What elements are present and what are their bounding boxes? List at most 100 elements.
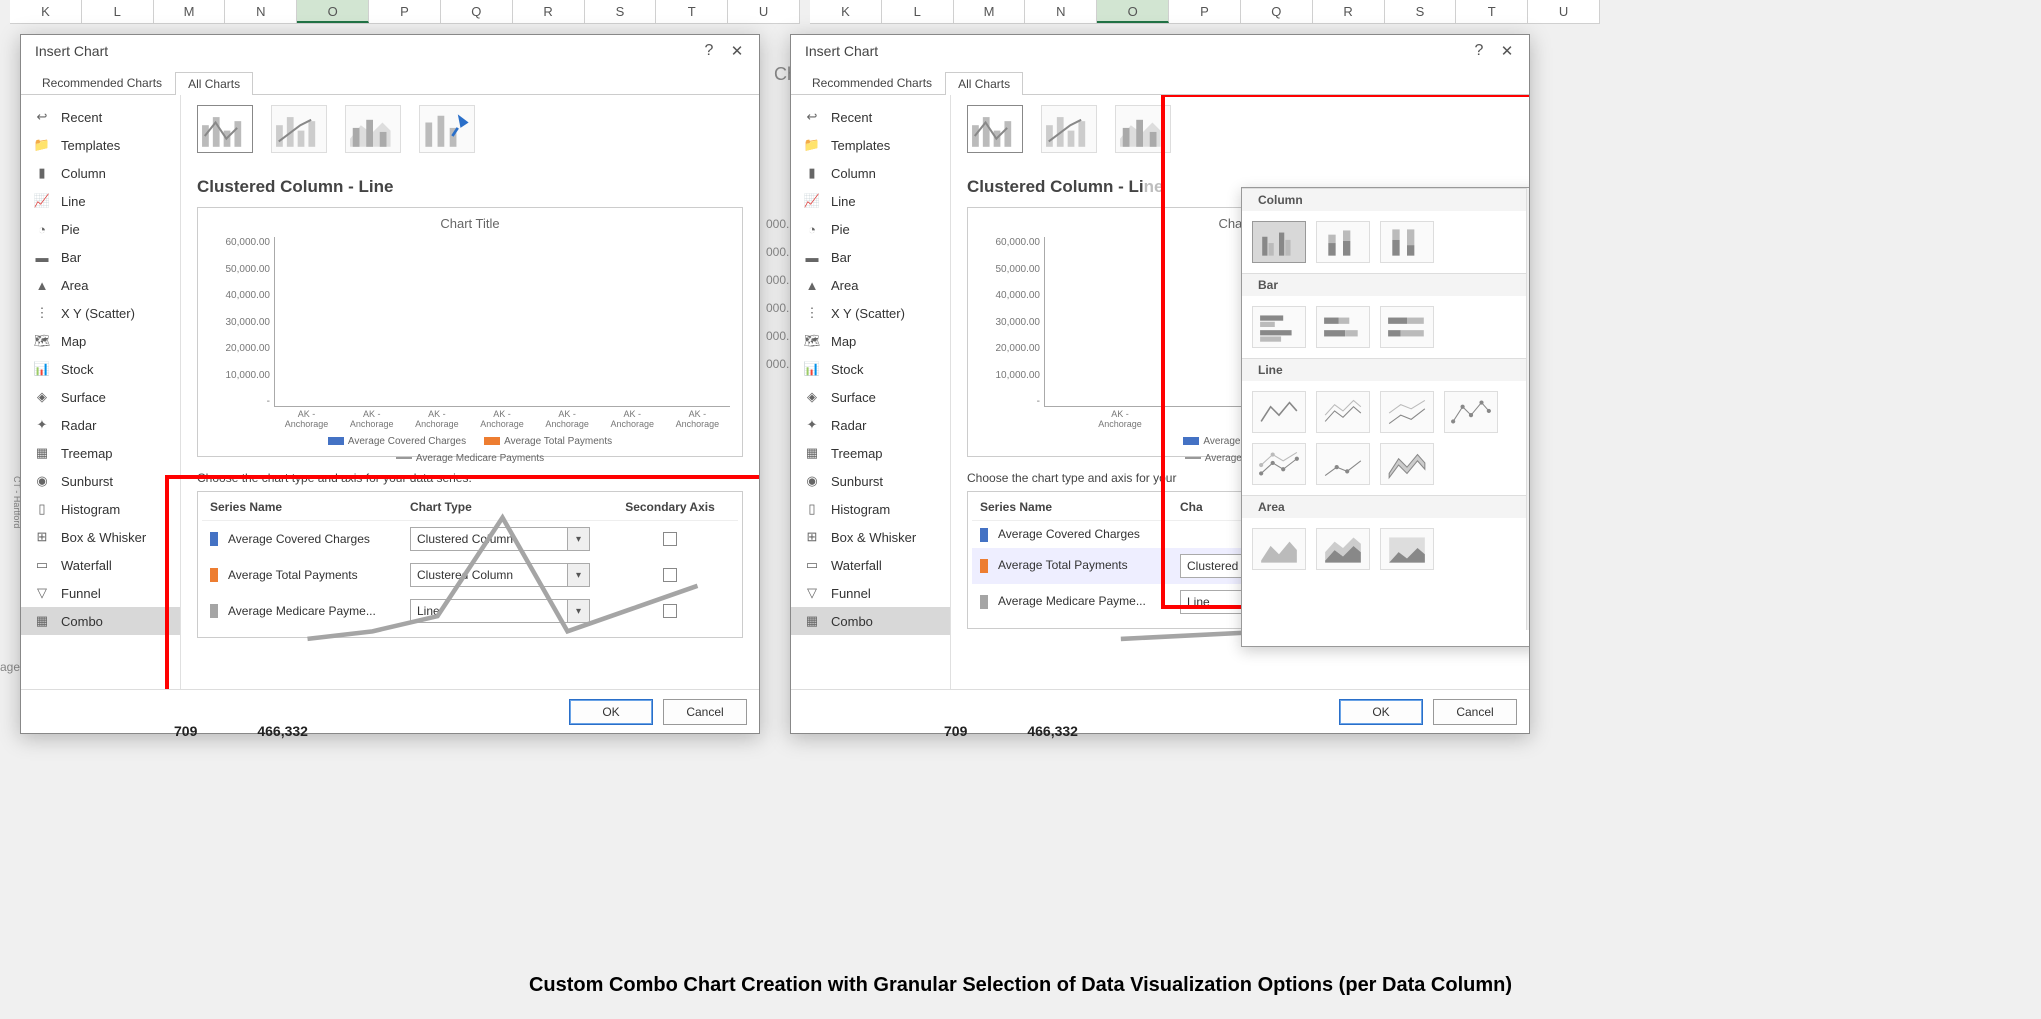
chart-type-dropdown-1[interactable]: Clustered Column ▾ [410,527,590,551]
picker-scroll[interactable]: Column Bar [1242,188,1529,646]
nav-x-y-scatter-[interactable]: ⋮X Y (Scatter) [791,299,950,327]
picker-100-stacked-column[interactable] [1380,221,1434,263]
picker-100-stacked-line[interactable] [1380,391,1434,433]
picker-100-line-markers[interactable] [1316,443,1370,485]
column-header-N[interactable]: N [1025,0,1097,23]
nav-waterfall[interactable]: ▭Waterfall [21,551,180,579]
picker-area[interactable] [1252,528,1306,570]
nav-surface[interactable]: ◈Surface [21,383,180,411]
nav-area[interactable]: ▲Area [791,271,950,299]
picker-stacked-bar[interactable] [1316,306,1370,348]
column-header-R[interactable]: R [513,0,585,23]
column-header-T[interactable]: T [656,0,728,23]
combo-preset-2[interactable] [1041,105,1097,153]
nav-map[interactable]: 🗺Map [21,327,180,355]
column-header-K[interactable]: K [10,0,82,23]
nav-histogram[interactable]: ▯Histogram [21,495,180,523]
nav-templates[interactable]: 📁Templates [21,131,180,159]
column-header-L[interactable]: L [82,0,154,23]
chart-type-dropdown-2[interactable]: Clustered Column ▾ [410,563,590,587]
picker-stacked-line[interactable] [1316,391,1370,433]
column-header-M[interactable]: M [954,0,1026,23]
picker-stacked-line-markers[interactable] [1252,443,1306,485]
cancel-button[interactable]: Cancel [663,699,747,725]
nav-box-whisker[interactable]: ⊞Box & Whisker [21,523,180,551]
nav-funnel[interactable]: ▽Funnel [21,579,180,607]
nav-column[interactable]: ▮Column [21,159,180,187]
column-header-S[interactable]: S [1385,0,1457,23]
nav-pie[interactable]: ◔Pie [21,215,180,243]
picker-stacked-column[interactable] [1316,221,1370,263]
combo-preset-custom[interactable] [419,105,475,153]
nav-sunburst[interactable]: ◉Sunburst [791,467,950,495]
secondary-axis-checkbox-3[interactable] [663,604,677,618]
column-header-U[interactable]: U [728,0,800,23]
nav-histogram[interactable]: ▯Histogram [791,495,950,523]
secondary-axis-checkbox-1[interactable] [663,532,677,546]
nav-x-y-scatter-[interactable]: ⋮X Y (Scatter) [21,299,180,327]
close-button[interactable]: ✕ [723,42,751,60]
column-header-Q[interactable]: Q [1241,0,1313,23]
ok-button[interactable]: OK [1339,699,1423,725]
column-header-M[interactable]: M [154,0,226,23]
tab-all-charts[interactable]: All Charts [945,72,1023,95]
picker-line-markers[interactable] [1444,391,1498,433]
column-header-K[interactable]: K [810,0,882,23]
nav-stock[interactable]: 📊Stock [21,355,180,383]
column-header-L[interactable]: L [882,0,954,23]
nav-combo[interactable]: ▦Combo [21,607,180,635]
nav-surface[interactable]: ◈Surface [791,383,950,411]
nav-funnel[interactable]: ▽Funnel [791,579,950,607]
tab-recommended[interactable]: Recommended Charts [799,71,945,94]
help-button[interactable]: ? [1465,42,1493,60]
column-header-S[interactable]: S [585,0,657,23]
picker-clustered-bar[interactable] [1252,306,1306,348]
nav-column[interactable]: ▮Column [791,159,950,187]
close-button[interactable]: ✕ [1493,42,1521,60]
combo-preset-1[interactable] [967,105,1023,153]
combo-preset-3[interactable] [345,105,401,153]
column-header-U[interactable]: U [1528,0,1600,23]
combo-preset-2[interactable] [271,105,327,153]
column-header-N[interactable]: N [225,0,297,23]
nav-map[interactable]: 🗺Map [791,327,950,355]
nav-waterfall[interactable]: ▭Waterfall [791,551,950,579]
nav-recent[interactable]: ↩Recent [21,103,180,131]
column-header-R[interactable]: R [1313,0,1385,23]
nav-line[interactable]: 📈Line [791,187,950,215]
combo-preset-3[interactable] [1115,105,1171,153]
chevron-down-icon[interactable]: ▾ [567,564,589,586]
tab-recommended[interactable]: Recommended Charts [29,71,175,94]
nav-stock[interactable]: 📊Stock [791,355,950,383]
picker-scrollbar[interactable]: ▴▾ [1526,188,1529,630]
column-header-O[interactable]: O [297,0,369,23]
nav-line[interactable]: 📈Line [21,187,180,215]
chevron-down-icon[interactable]: ▾ [567,600,589,622]
column-header-P[interactable]: P [369,0,441,23]
nav-templates[interactable]: 📁Templates [791,131,950,159]
secondary-axis-checkbox-2[interactable] [663,568,677,582]
picker-100-stacked-bar[interactable] [1380,306,1434,348]
nav-combo[interactable]: ▦Combo [791,607,950,635]
help-button[interactable]: ? [695,42,723,60]
combo-preset-1[interactable] [197,105,253,153]
nav-treemap[interactable]: ▦Treemap [791,439,950,467]
nav-box-whisker[interactable]: ⊞Box & Whisker [791,523,950,551]
chart-type-dropdown-3[interactable]: Line ▾ [410,599,590,623]
chevron-down-icon[interactable]: ▾ [567,528,589,550]
nav-bar[interactable]: ▬Bar [21,243,180,271]
nav-radar[interactable]: ✦Radar [791,411,950,439]
nav-sunburst[interactable]: ◉Sunburst [21,467,180,495]
nav-pie[interactable]: ◔Pie [791,215,950,243]
column-header-P[interactable]: P [1169,0,1241,23]
cancel-button[interactable]: Cancel [1433,699,1517,725]
picker-line[interactable] [1252,391,1306,433]
nav-bar[interactable]: ▬Bar [791,243,950,271]
column-header-O[interactable]: O [1097,0,1169,23]
picker-100-area[interactable] [1380,528,1434,570]
nav-treemap[interactable]: ▦Treemap [21,439,180,467]
column-header-T[interactable]: T [1456,0,1528,23]
picker-clustered-column[interactable] [1252,221,1306,263]
ok-button[interactable]: OK [569,699,653,725]
nav-recent[interactable]: ↩Recent [791,103,950,131]
